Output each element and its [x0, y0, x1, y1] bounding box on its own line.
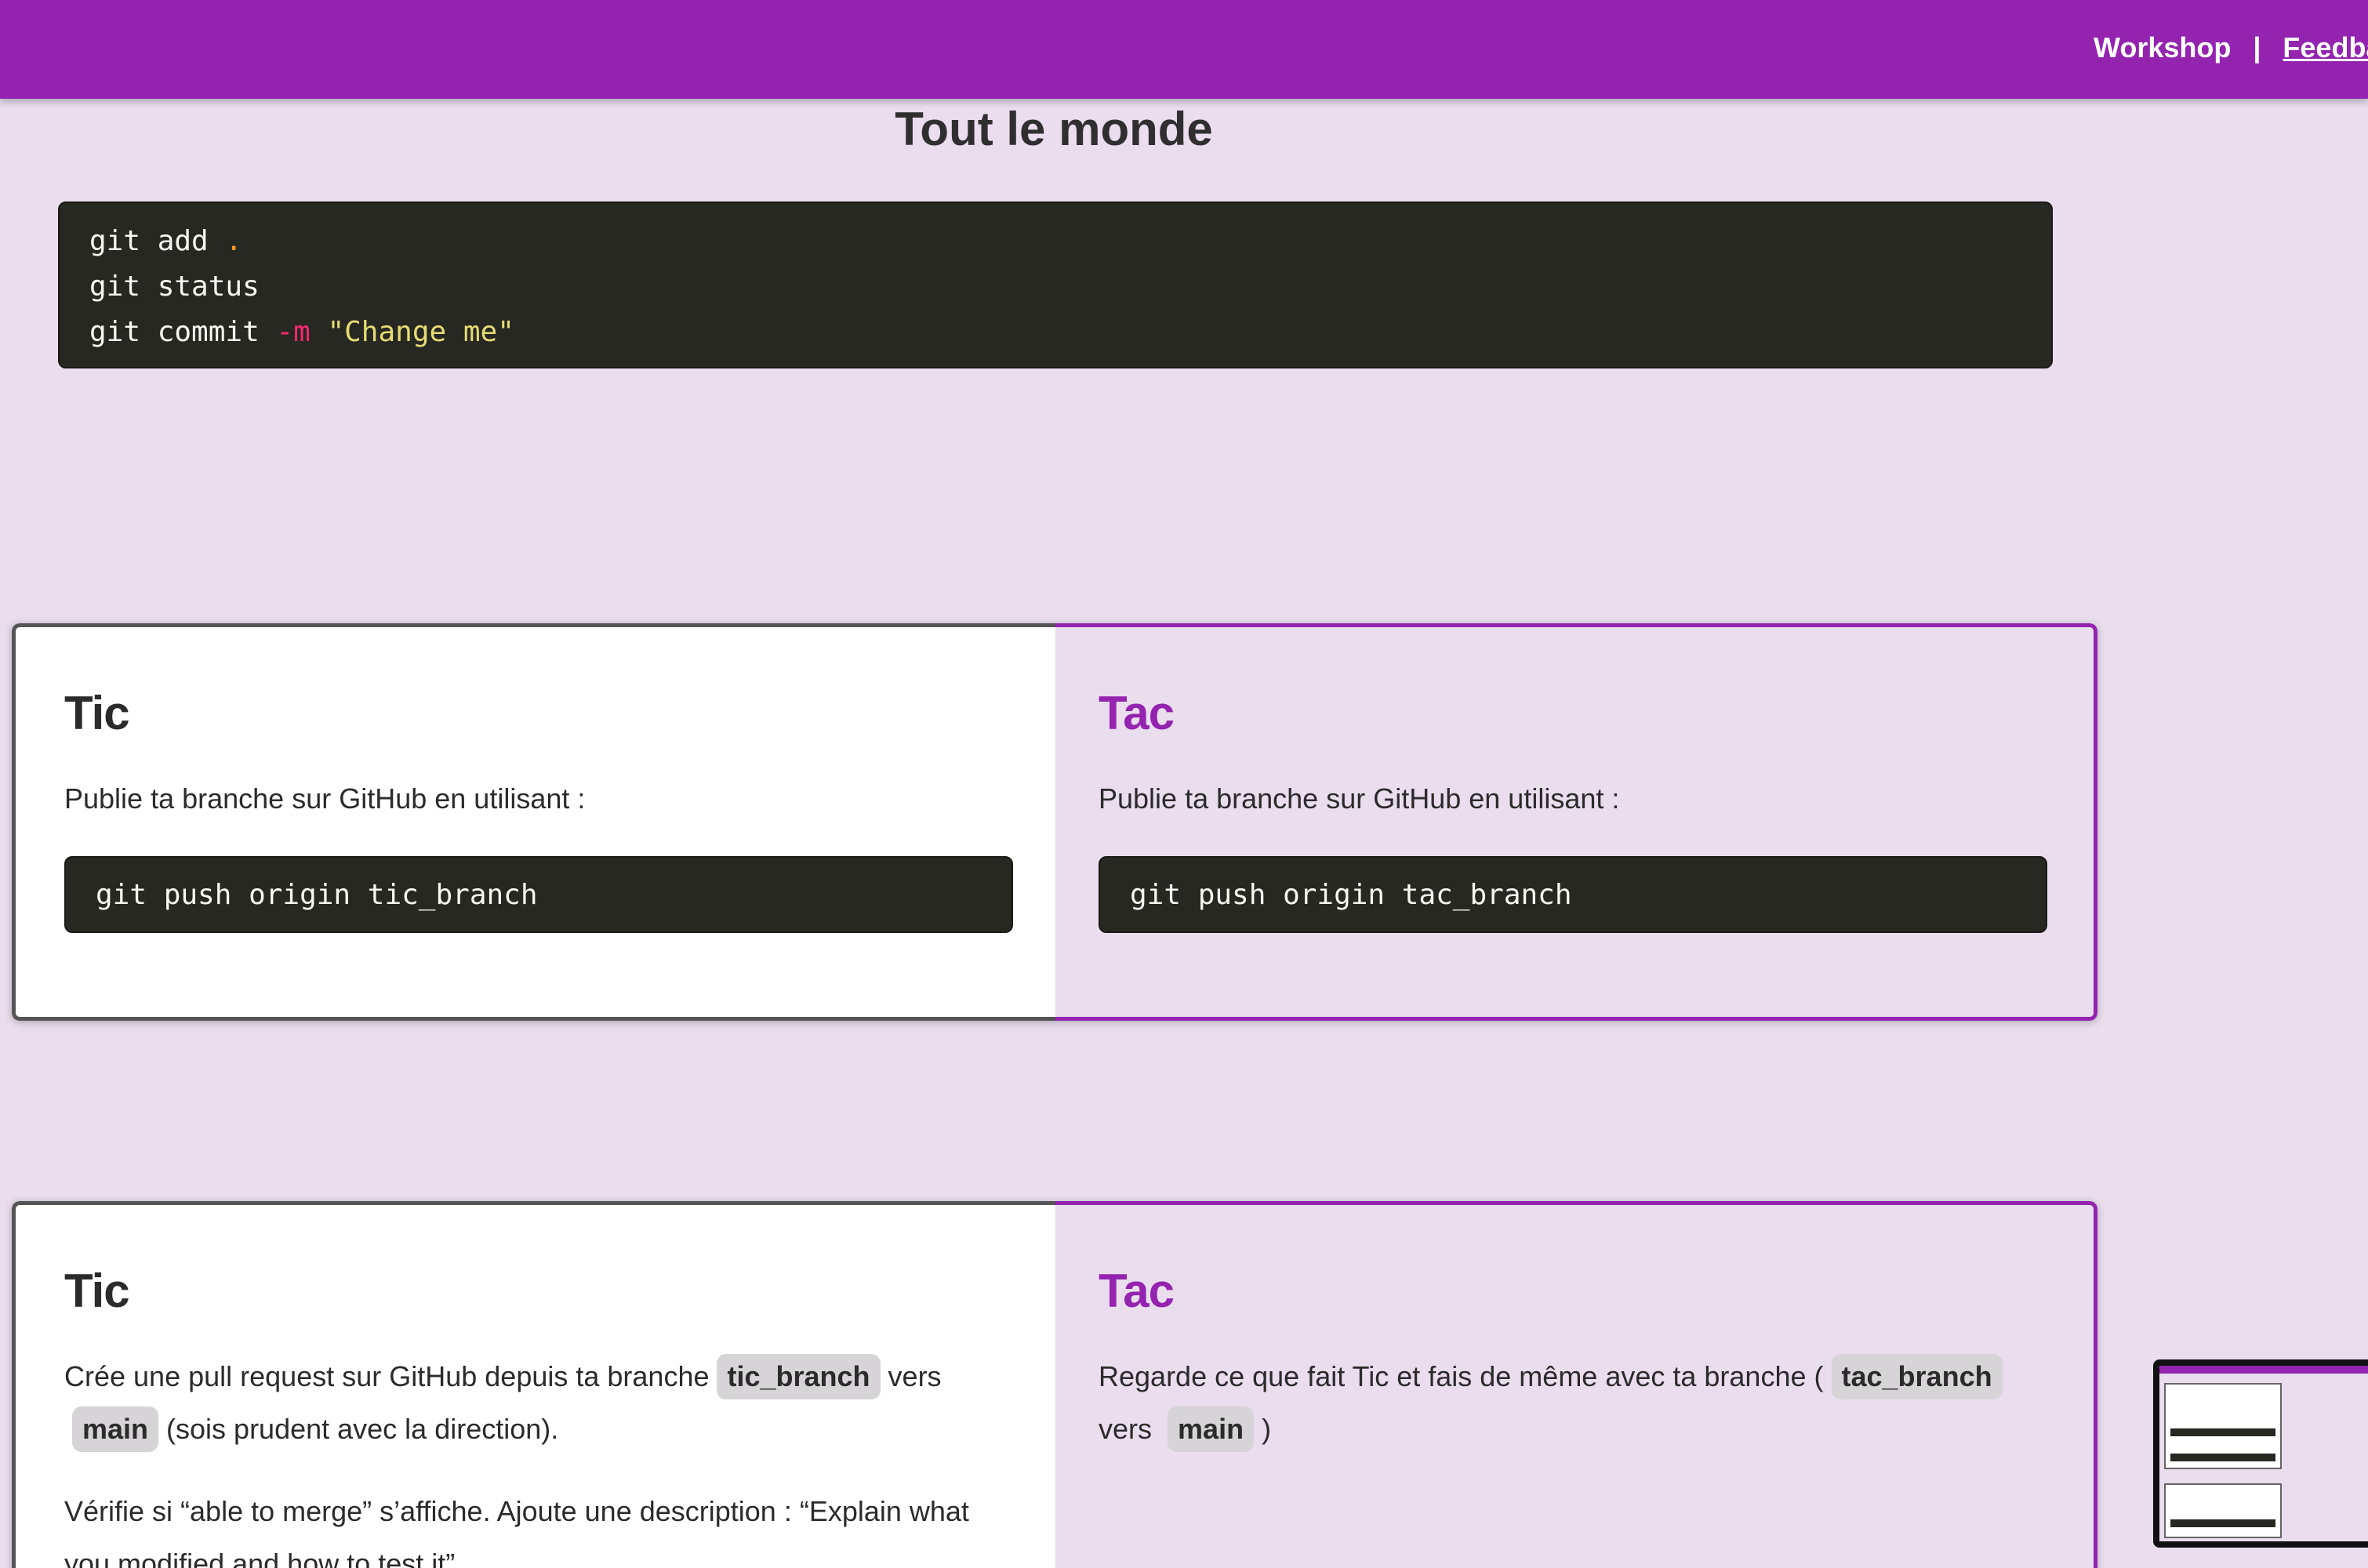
code-argument: .	[208, 225, 243, 257]
tic-pane: Tic Crée une pull request sur GitHub dep…	[12, 1201, 1055, 1568]
tic-title: Tic	[64, 1265, 130, 1317]
code-command: git commit	[89, 316, 260, 348]
instruction-text: Regarde ce que fait Tic et fais de même …	[1099, 1360, 1824, 1392]
code-line: git add .	[89, 219, 2021, 264]
tic-title: Tic	[64, 687, 130, 739]
tac-title: Tac	[1099, 687, 1175, 739]
everyone-code-block: git add . git status git commit -m "Chan…	[58, 201, 2053, 368]
minimap-topbar	[2159, 1366, 2368, 1374]
tic-push-command: git push origin tic_branch	[64, 856, 1013, 933]
push-step-panel: Tic Publie ta branche sur GitHub en util…	[12, 623, 2097, 1021]
feedback-link[interactable]: Feedba	[2283, 31, 2368, 64]
code-command: git add	[89, 225, 209, 257]
code-line: git status	[89, 264, 2021, 310]
tic-merge-check-instruction: Vérifie si “able to merge” s’affiche. Aj…	[64, 1495, 969, 1568]
page-minimap[interactable]	[2153, 1359, 2368, 1548]
tac-instruction: Publie ta branche sur GitHub en utilisan…	[1099, 782, 1620, 815]
instruction-text: )	[1262, 1413, 1272, 1445]
pull-request-step-panel: Tic Crée une pull request sur GitHub dep…	[12, 1201, 2097, 1568]
code-line: git commit -m "Change me"	[89, 310, 2021, 355]
branch-chip: tic_branch	[717, 1354, 881, 1399]
page-title: Tout le monde	[895, 103, 1213, 155]
minimap-panel	[2164, 1483, 2282, 1538]
tic-pr-instruction: Crée une pull request sur GitHub depuis …	[64, 1350, 1012, 1455]
instruction-text: vers	[1099, 1413, 1153, 1445]
tac-pane: Tac Publie ta branche sur GitHub en util…	[1055, 623, 2097, 1021]
minimap-preview	[2159, 1366, 2368, 1541]
minimap-code	[2170, 1454, 2275, 1461]
workshop-link[interactable]: Workshop	[2094, 31, 2231, 64]
tac-pane: Tac Regarde ce que fait Tic et fais de m…	[1055, 1201, 2097, 1568]
main-branch-chip: main	[1168, 1406, 1255, 1452]
top-bar: Workshop | Feedba	[0, 0, 2368, 99]
minimap-code	[2170, 1519, 2275, 1527]
main-branch-chip: main	[72, 1406, 159, 1452]
tac-title: Tac	[1099, 1265, 1175, 1317]
instruction-text: vers	[888, 1360, 942, 1392]
instruction-text: (sois prudent avec la direction).	[166, 1413, 559, 1445]
tic-instruction: Publie ta branche sur GitHub en utilisan…	[64, 782, 586, 815]
branch-chip: tac_branch	[1831, 1354, 2003, 1399]
nav-separator: |	[2253, 31, 2261, 64]
code-command: git status	[89, 270, 260, 303]
code-flag: -m	[259, 316, 311, 348]
top-nav: Workshop | Feedba	[2094, 0, 2368, 96]
tac-pr-instruction: Regarde ce que fait Tic et fais de même …	[1099, 1350, 2050, 1455]
tac-push-command: git push origin tac_branch	[1099, 856, 2047, 933]
minimap-code	[2170, 1428, 2275, 1436]
tic-pane: Tic Publie ta branche sur GitHub en util…	[12, 623, 1055, 1021]
code-string: "Change me"	[310, 316, 514, 348]
instruction-text: Crée une pull request sur GitHub depuis …	[64, 1360, 710, 1392]
